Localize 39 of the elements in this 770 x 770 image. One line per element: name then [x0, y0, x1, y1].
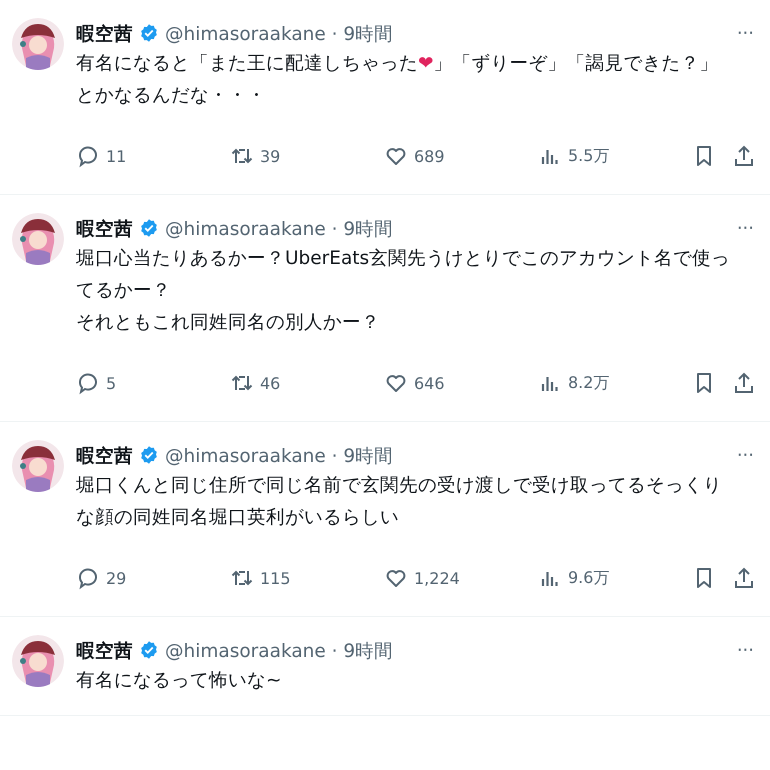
avatar[interactable] [12, 213, 64, 265]
bar-chart-button[interactable]: 8.2万 [538, 371, 610, 395]
avatar[interactable] [12, 440, 64, 492]
retweet-button[interactable]: 39 [230, 144, 384, 168]
tweet-meta: @himasoraakane · 9時間 [165, 444, 394, 468]
display-name[interactable]: 暇空茜 [76, 442, 133, 468]
display-name[interactable]: 暇空茜 [76, 20, 133, 46]
avatar[interactable] [12, 18, 64, 70]
more-button[interactable]: ··· [734, 22, 756, 44]
heart-button[interactable]: 1,224 [384, 566, 538, 590]
retweet-button[interactable]: 46 [230, 371, 384, 395]
tweet-text: それともこれ同姓同名の別人かー？ [76, 311, 381, 335]
bar-chart-button[interactable]: 5.5万 [538, 144, 610, 168]
share-icon[interactable] [732, 566, 756, 590]
tweet-meta: @himasoraakane · 9時間 [165, 22, 394, 46]
tweet-text: 堀口くんと同じ住所で同じ名前で玄関先の受け渡しで受け取ってるそっくりな顔の同姓同名堀口英利がいるらしい [76, 474, 723, 530]
tweet-text: 堀口心当たりあるかー？UberEats玄関先うけとりでこのアカウント名で使ってるかー？ [76, 247, 732, 303]
more-button[interactable]: ··· [734, 444, 756, 466]
reply-button[interactable]: 29 [76, 566, 230, 590]
tweet-meta: @himasoraakane · 9時間 [165, 218, 394, 240]
tweet-text: 有名になると「また王に配達しちゃった❤」「ずりーぞ」「謁見できた？」とかなるんだな・・・ [76, 52, 720, 108]
share-icon[interactable] [732, 371, 756, 395]
bar-chart-button[interactable]: 9.6万 [538, 566, 610, 590]
heart-button[interactable]: 646 [384, 371, 538, 395]
reply-button[interactable]: 5 [76, 371, 230, 395]
reply-button[interactable]: 11 [76, 144, 230, 168]
display-name[interactable]: 暇空茜 [76, 216, 133, 240]
retweet-button[interactable]: 115 [230, 566, 384, 590]
avatar[interactable] [12, 635, 64, 687]
display-name[interactable]: 暇空茜 [76, 638, 133, 662]
share-icon[interactable] [732, 144, 756, 168]
reply-icon [76, 144, 100, 168]
tweet-meta: @himasoraakane · 9時間 [165, 640, 394, 662]
tweet-text: 有名になるって怖いな~ [76, 669, 283, 693]
reply-icon [76, 566, 100, 590]
reply-icon [76, 371, 100, 395]
more-button[interactable]: ··· [734, 218, 756, 238]
more-button[interactable]: ··· [734, 640, 756, 660]
heart-button[interactable]: 689 [384, 144, 538, 168]
